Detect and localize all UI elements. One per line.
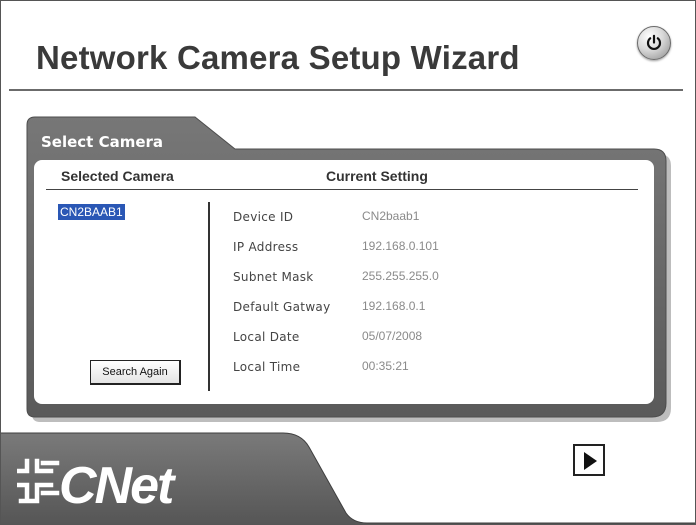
cnet-logo-text: CNet <box>59 457 177 513</box>
wizard-window: Network Camera Setup Wizard Select Camer… <box>0 0 696 525</box>
play-triangle-icon <box>584 452 597 470</box>
next-button[interactable] <box>573 444 605 476</box>
cnet-logo: CNet <box>17 457 179 513</box>
